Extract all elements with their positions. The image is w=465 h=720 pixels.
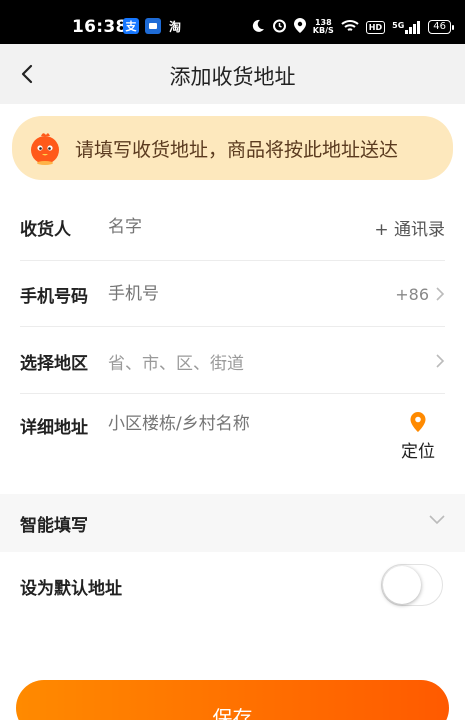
status-bar: 16:38 支 淘 138 KB/S HD 5G 46 bbox=[0, 0, 465, 44]
divider bbox=[20, 393, 445, 394]
taobao-icon: 淘 bbox=[168, 19, 181, 34]
locate-label: 定位 bbox=[401, 442, 435, 462]
contacts-link-wrap: + 通讯录 bbox=[374, 215, 445, 240]
network-speed: 138 KB/S bbox=[313, 19, 334, 35]
country-code-selector[interactable]: +86 bbox=[395, 285, 445, 304]
country-code: +86 bbox=[395, 284, 429, 304]
status-app-icons: 支 淘 bbox=[123, 18, 183, 34]
recipient-row: 收货人 + 通讯录 bbox=[20, 208, 445, 246]
status-time: 16:38 bbox=[72, 17, 128, 37]
region-chevron-wrap bbox=[435, 354, 445, 368]
divider bbox=[20, 260, 445, 261]
divider bbox=[20, 326, 445, 327]
alipay-icon: 支 bbox=[123, 18, 139, 34]
notice-banner: 请填写收货地址，商品将按此地址送达 bbox=[12, 116, 453, 180]
page-header: 添加收货地址 bbox=[0, 44, 465, 104]
network-speed-unit: KB/S bbox=[312, 26, 334, 35]
phone-label: 手机号码 bbox=[20, 286, 88, 307]
signal-icon: 5G bbox=[392, 20, 421, 34]
moon-icon bbox=[251, 19, 265, 36]
toggle-knob bbox=[383, 566, 421, 604]
location-pin-icon bbox=[410, 412, 426, 432]
region-label: 选择地区 bbox=[20, 353, 88, 374]
region-placeholder: 省、市、区、街道 bbox=[108, 353, 244, 374]
default-address-label: 设为默认地址 bbox=[20, 578, 122, 599]
chevron-right-icon bbox=[436, 354, 445, 368]
chevron-down-icon bbox=[429, 515, 445, 525]
locate-button[interactable]: 定位 bbox=[391, 411, 445, 462]
app-icon bbox=[145, 18, 161, 34]
hd-badge: HD bbox=[365, 20, 386, 34]
save-button[interactable]: 保存 bbox=[16, 680, 449, 720]
address-row: 详细地址 定位 bbox=[20, 403, 445, 483]
page-title: 添加收货地址 bbox=[169, 65, 296, 89]
alarm-icon bbox=[272, 18, 287, 36]
recipient-label: 收货人 bbox=[20, 219, 71, 240]
chevron-right-icon bbox=[436, 287, 445, 301]
contacts-button[interactable]: + 通讯录 bbox=[374, 215, 445, 240]
default-address-toggle[interactable] bbox=[381, 564, 443, 606]
mascot-icon bbox=[27, 130, 63, 166]
notice-text: 请填写收货地址，商品将按此地址送达 bbox=[75, 138, 399, 161]
region-row[interactable]: 选择地区 省、市、区、街道 bbox=[20, 342, 445, 380]
phone-row: 手机号码 +86 bbox=[20, 275, 445, 313]
smart-fill-row[interactable]: 智能填写 bbox=[0, 494, 465, 552]
default-address-row: 设为默认地址 bbox=[20, 563, 445, 609]
smart-fill-label: 智能填写 bbox=[20, 515, 88, 536]
wifi-icon bbox=[341, 19, 359, 36]
location-status-icon bbox=[293, 18, 306, 36]
address-label: 详细地址 bbox=[20, 418, 88, 438]
signal-label: 5G bbox=[392, 20, 405, 30]
system-status: 138 KB/S HD 5G 46 bbox=[251, 18, 454, 36]
battery-indicator: 46 bbox=[428, 20, 454, 34]
